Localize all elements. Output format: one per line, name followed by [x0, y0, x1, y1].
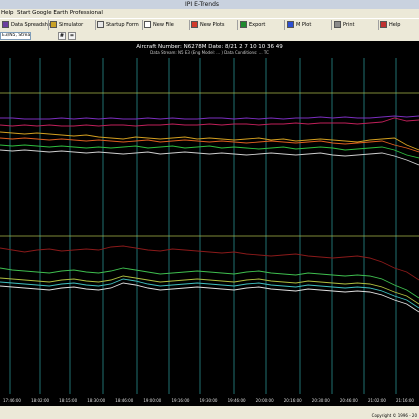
export-icon	[240, 21, 247, 28]
toolbar-label: Print	[343, 22, 355, 28]
menu-item-help[interactable]: Help	[1, 9, 14, 18]
toolbar-label: Help	[389, 22, 401, 28]
series-line-8	[0, 275, 419, 305]
export-button[interactable]: Export	[240, 21, 265, 29]
print-button[interactable]: Print	[334, 21, 355, 29]
new-file-button[interactable]: New File	[144, 21, 174, 29]
copyright-text: Copyright © 1996 - 20	[371, 413, 417, 418]
simulator-icon	[50, 21, 57, 28]
toolbar-label: New Plots	[200, 22, 225, 28]
plot-icon	[287, 21, 294, 28]
x-tick-label: 17:46:00	[3, 398, 21, 403]
new-file-icon	[144, 21, 151, 28]
new-plots-icon	[191, 21, 198, 28]
trend-chart[interactable]: 17:46:00 18:02:00 18:15:00 18:30:00 18:46:00…	[0, 41, 419, 406]
series-line-1	[0, 117, 419, 127]
form-icon	[97, 21, 104, 28]
x-tick-label: 18:02:00	[31, 398, 49, 403]
x-tick-label: 20:16:00	[284, 398, 302, 403]
new-plots-button[interactable]: New Plots	[191, 21, 225, 29]
align-toggle-button[interactable]: =	[68, 32, 76, 40]
series-line-3	[0, 137, 419, 153]
toolbar: Data Spreadsheet Simulator Startup Form …	[0, 18, 419, 32]
series-line-2	[0, 131, 419, 151]
x-tick-label: 18:15:00	[59, 398, 77, 403]
x-tick-label: 19:46:00	[228, 398, 246, 403]
status-bar	[0, 406, 419, 419]
toolbar-label: Simulator	[59, 22, 84, 28]
grid-toggle-button[interactable]: #	[58, 32, 66, 40]
x-tick-label: 19:16:00	[171, 398, 189, 403]
chart-subtitle: Data Stream: N5 E3 (Eng Model: ... ) Dat…	[150, 50, 269, 55]
simulator-button[interactable]: Simulator	[50, 21, 83, 29]
m-plot-button[interactable]: M Plot	[287, 21, 311, 29]
toolbar-label: Startup Form	[106, 22, 139, 28]
stream-select[interactable]: E3/N5, Stream 1	[0, 32, 31, 40]
series-line-0	[0, 115, 419, 120]
x-tick-label: 20:46:00	[340, 398, 358, 403]
x-tick-label: 20:00:00	[256, 398, 274, 403]
help-button[interactable]: Help	[380, 21, 400, 29]
startup-form-button[interactable]: Startup Form	[97, 21, 139, 29]
print-icon	[334, 21, 341, 28]
x-tick-label: 18:46:00	[115, 398, 133, 403]
trend-chart-area[interactable]: 17:46:00 18:02:00 18:15:00 18:30:00 18:46:00…	[0, 41, 419, 406]
secondary-toolbar: E3/N5, Stream 1 # =	[0, 31, 419, 41]
x-tick-label: 21:16:00	[396, 398, 414, 403]
window-title: IPI E-Trends	[185, 1, 220, 8]
menu-item-google-earth[interactable]: Start Google Earth Professional	[17, 9, 103, 18]
x-tick-label: 18:30:00	[87, 398, 105, 403]
toolbar-label: Export	[249, 22, 266, 28]
x-tick-label: 19:00:00	[143, 398, 161, 403]
spreadsheet-icon	[2, 21, 9, 28]
toolbar-label: M Plot	[296, 22, 312, 28]
menu-bar: Help Start Google Earth Professional	[0, 9, 419, 18]
toolbar-label: New File	[153, 22, 174, 28]
x-tick-label: 21:02:00	[368, 398, 386, 403]
x-tick-label: 20:30:00	[312, 398, 330, 403]
x-tick-label: 19:30:00	[200, 398, 218, 403]
series-line-5	[0, 149, 419, 166]
title-bar: IPI E-Trends	[0, 0, 419, 9]
help-icon	[380, 21, 387, 28]
